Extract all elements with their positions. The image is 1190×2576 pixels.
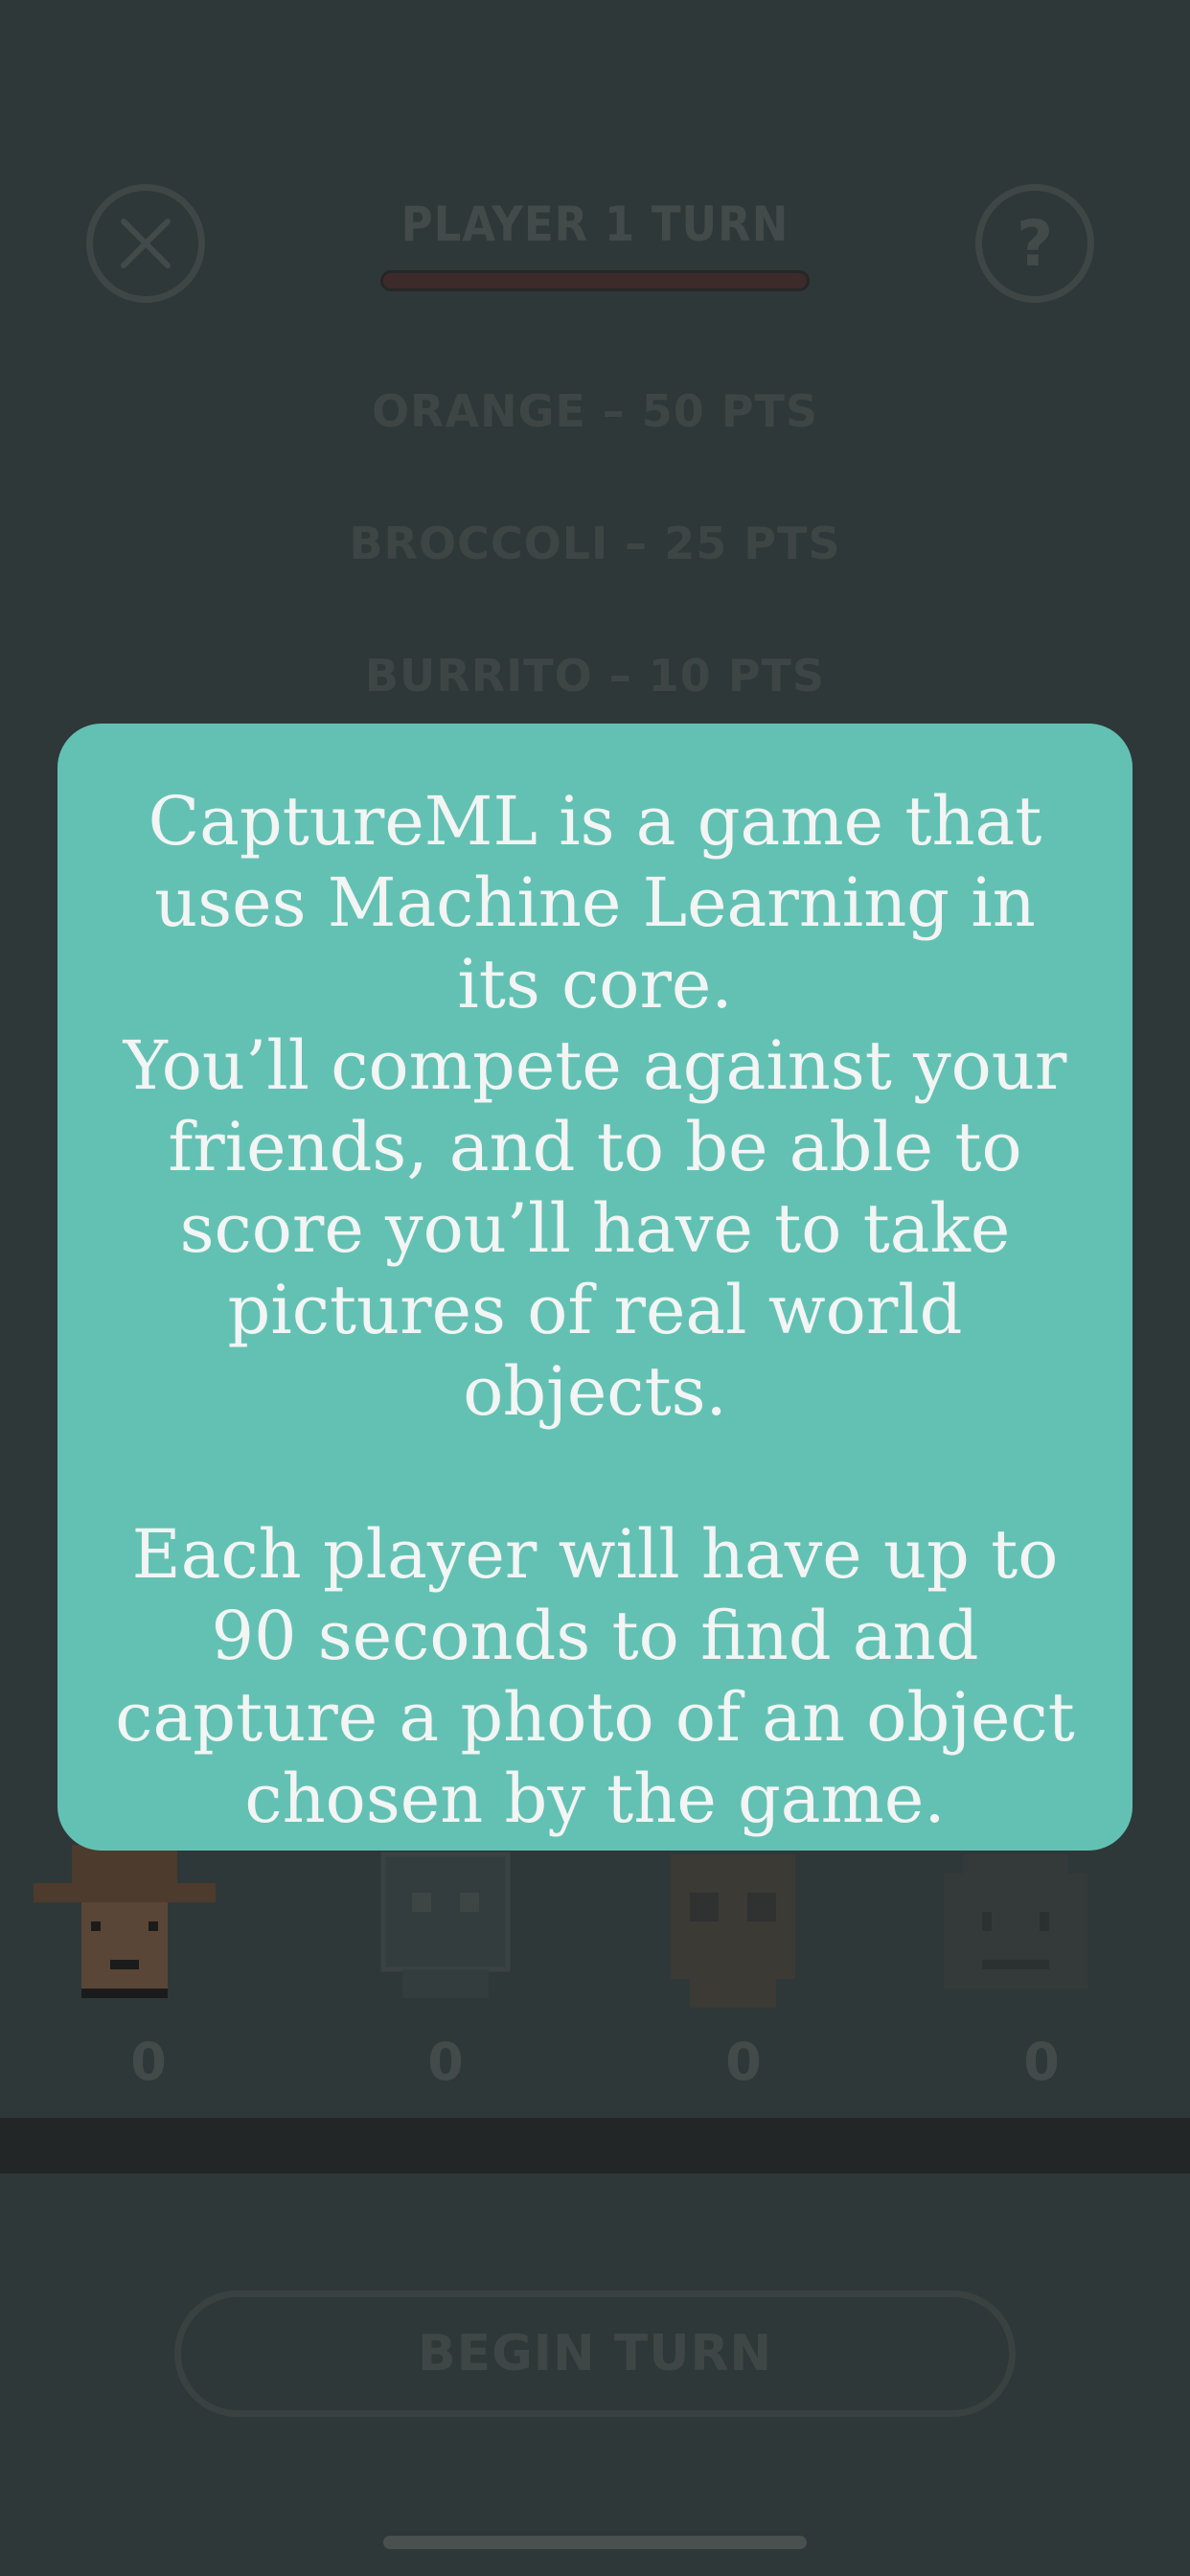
object-item-2: BROCCOLI – 25 PTS [349, 518, 841, 569]
player-4-score: 0 [1023, 2032, 1060, 2092]
turn-timer-bar [380, 270, 810, 291]
bottom-divider-bar [0, 2118, 1190, 2174]
object-item-1: ORANGE – 50 PTS [371, 385, 819, 437]
modal-paragraph-1: CaptureML is a game that uses Machine Le… [148, 782, 1042, 1024]
player-4-avatar-blob-icon [944, 1854, 1087, 1989]
modal-spacer [105, 1433, 1085, 1514]
player-2-score: 0 [427, 2032, 464, 2092]
object-item-3: BURRITO – 10 PTS [364, 650, 826, 702]
player-3-avatar-skull-icon [671, 1854, 795, 2008]
home-indicator[interactable] [383, 2536, 807, 2549]
player-1-score: 0 [130, 2032, 167, 2092]
help-button[interactable]: ? [975, 184, 1094, 303]
player-1-avatar-cowboy-icon [34, 1845, 216, 1998]
modal-paragraph-2: You’ll compete against your friends, and… [123, 1026, 1067, 1431]
help-icon: ? [1016, 206, 1054, 281]
info-modal[interactable]: CaptureML is a game that uses Machine Le… [57, 724, 1133, 1851]
begin-turn-button[interactable]: BEGIN TURN [174, 2290, 1016, 2417]
player-2-avatar-ghost-icon [380, 1852, 511, 1998]
player-3-score: 0 [725, 2032, 762, 2092]
modal-paragraph-3: Each player will have up to 90 seconds t… [115, 1515, 1075, 1838]
